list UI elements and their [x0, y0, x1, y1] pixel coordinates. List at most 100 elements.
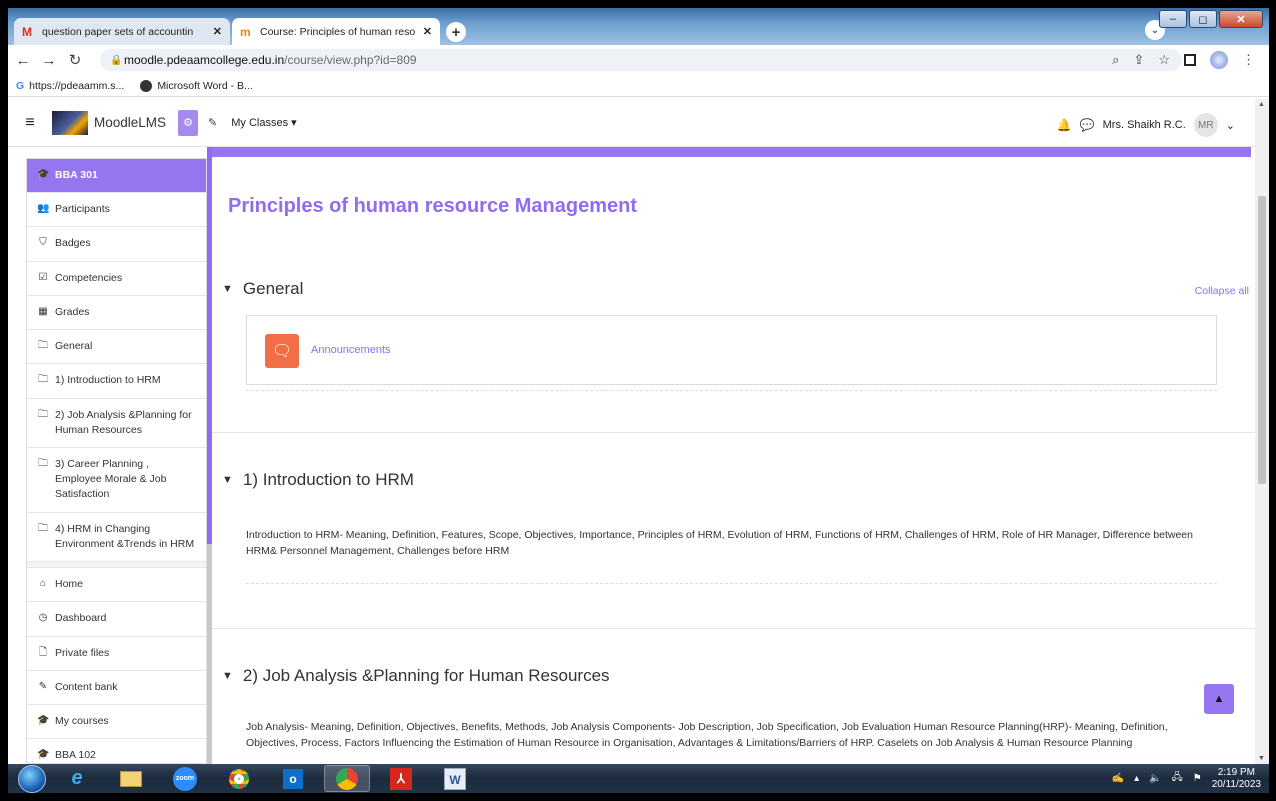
reload-icon[interactable]: ↻	[64, 51, 86, 69]
chrome-icon[interactable]	[216, 765, 262, 792]
checkbox-icon: ☑	[38, 271, 48, 283]
zoom-icon[interactable]: zoom	[162, 765, 208, 792]
notification-bell-icon[interactable]: 🔔	[1057, 118, 1072, 132]
internet-explorer-icon[interactable]: e	[54, 765, 100, 792]
tablet-input-icon[interactable]: ✍	[1112, 773, 1124, 784]
file-explorer-icon[interactable]	[108, 765, 154, 792]
scroll-up-icon[interactable]: ▲	[1258, 101, 1265, 108]
drawer-item[interactable]: ◷ Dashboard	[27, 602, 206, 637]
drawer-item[interactable]: 🎓 BBA 102	[27, 739, 206, 763]
zoom-label: zoom	[173, 766, 197, 791]
drawer-item[interactable]: 🗀 2) Job Analysis &Planning for Human Res…	[27, 399, 206, 448]
drawer-item[interactable]: 🗀 3) Career Planning , Employee Morale & …	[27, 448, 206, 513]
show-hidden-icons[interactable]: ▴	[1134, 773, 1139, 784]
bookmark-item[interactable]: G https://pdeaamm.s...	[16, 80, 124, 92]
drawer-item[interactable]: 🗀 General	[27, 330, 206, 365]
back-icon[interactable]: ←	[12, 52, 34, 69]
graduation-cap-icon: 🎓	[37, 169, 50, 180]
avatar[interactable]: MR	[1193, 113, 1218, 137]
hamburger-menu-icon[interactable]: ≡	[8, 114, 52, 132]
browser-window: M question paper sets of accountin ✕ m C…	[8, 8, 1269, 793]
drawer-item-label: Grades	[55, 305, 90, 318]
window-controls: – ◻ ✕	[1159, 10, 1263, 28]
scrollbar-thumb[interactable]	[1258, 196, 1266, 484]
tab-course[interactable]: m Course: Principles of human reso ✕	[232, 18, 440, 45]
bookmark-item[interactable]: Microsoft Word - B...	[140, 79, 253, 92]
announcements-link[interactable]: Announcements	[311, 344, 391, 356]
drawer-item[interactable]: 🎓 BBA 301	[27, 159, 206, 194]
drawer-item-label: 1) Introduction to HRM	[55, 374, 161, 387]
zoom-icon[interactable]: ⌕	[1112, 52, 1119, 68]
drawer-item[interactable]: ⌂ Home	[27, 568, 206, 603]
chevron-down-icon[interactable]: ▼	[222, 283, 233, 295]
tab-title: Course: Principles of human reso	[260, 25, 416, 38]
scroll-down-icon[interactable]: ▼	[1258, 755, 1265, 762]
back-to-top-button[interactable]: ▲	[1204, 684, 1234, 714]
side-panel-icon[interactable]	[1184, 54, 1196, 66]
volume-icon[interactable]: 🔈	[1149, 773, 1161, 784]
address-bar[interactable]: 🔒 moodle.pdeaamcollege.edu.in /course/vi…	[100, 49, 1182, 71]
graduation-cap-icon: 🎓	[37, 749, 50, 761]
maximize-button[interactable]: ◻	[1189, 10, 1217, 28]
share-icon[interactable]: ⇪	[1133, 52, 1144, 68]
edit-icon[interactable]: ✎	[208, 116, 217, 129]
close-window-button[interactable]: ✕	[1219, 10, 1263, 28]
drawer-item[interactable]: 👥 Participants	[27, 193, 206, 228]
folder-icon: 🗀	[38, 408, 48, 420]
folder-icon: 🗀	[38, 457, 48, 469]
site-brand[interactable]: MoodleLMS	[94, 115, 166, 130]
profile-avatar[interactable]	[1210, 51, 1228, 69]
drawer-item[interactable]: ☑ Competencies	[27, 262, 206, 296]
section-title: General	[242, 279, 304, 298]
bookmark-star-icon[interactable]: ☆	[1158, 52, 1170, 68]
tab-gmail[interactable]: M question paper sets of accountin ✕	[14, 18, 230, 45]
folder-icon: 🗀	[38, 522, 48, 534]
user-name[interactable]: Mrs. Shaikh R.C.	[1103, 119, 1186, 131]
drawer-item[interactable]: ⛉ Badges	[27, 227, 206, 262]
my-classes-menu[interactable]: My Classes ▾	[231, 116, 296, 129]
action-center-icon[interactable]: ⚑	[1193, 773, 1202, 784]
clock[interactable]: 2:19 PM 20/11/2023	[1212, 767, 1261, 791]
site-logo[interactable]	[52, 110, 88, 135]
drawer-item[interactable]: ▦ Grades	[27, 296, 206, 331]
section-toggle-job-analysis[interactable]: ▼ 2) Job Analysis &Planning for Human Re…	[222, 666, 610, 686]
new-tab-button[interactable]: +	[446, 22, 466, 42]
settings-gear-icon[interactable]: ⚙	[178, 109, 199, 136]
network-icon[interactable]: 🖧	[1172, 770, 1183, 787]
system-tray: ✍ ▴ 🔈 🖧 ⚑ 2:19 PM 20/11/2023	[1112, 764, 1261, 793]
windows-taskbar: e zoom o ⅄ W ✍ ▴ 🔈 🖧 ⚑ 2:19 PM 20/11/202…	[8, 764, 1269, 793]
chrome-profile-icon[interactable]	[324, 765, 370, 792]
menu-kebab-icon[interactable]: ⋮	[1242, 52, 1255, 68]
chevron-down-icon[interactable]: ⌄	[1226, 119, 1235, 132]
section-toggle-intro-hrm[interactable]: ▼ 1) Introduction to HRM	[222, 470, 414, 490]
forward-icon[interactable]: →	[38, 52, 60, 69]
outlook-icon[interactable]: o	[270, 765, 316, 792]
messages-icon[interactable]: 💬	[1080, 118, 1095, 132]
word-icon[interactable]: W	[432, 765, 478, 792]
section-toggle-general[interactable]: ▼ General	[222, 279, 303, 299]
clock-time: 2:19 PM	[1217, 766, 1255, 778]
acrobat-icon[interactable]: ⅄	[378, 765, 424, 792]
drawer-item-label: Home	[55, 578, 84, 591]
close-tab-icon[interactable]: ✕	[423, 25, 432, 38]
drawer-item[interactable]: 🗀 4) HRM in Changing Environment &Trends …	[27, 513, 206, 563]
section-title: 2) Job Analysis &Planning for Human Reso…	[242, 666, 610, 685]
brush-icon: ✎	[38, 680, 48, 692]
drawer-item[interactable]: 🗋 Private files	[27, 637, 206, 671]
drawer-item-label: 4) HRM in Changing Environment &Trends i…	[55, 522, 195, 550]
minimize-button[interactable]: –	[1159, 10, 1187, 28]
collapse-all-link[interactable]: Collapse all	[1195, 285, 1249, 297]
drawer-item-label: 2) Job Analysis &Planning for Human Reso…	[55, 408, 192, 436]
drawer-item[interactable]: 🗀 1) Introduction to HRM	[27, 364, 206, 399]
start-orb[interactable]	[18, 764, 46, 793]
drawer-item[interactable]: ✎ Content bank	[27, 671, 206, 705]
close-tab-icon[interactable]: ✕	[213, 25, 222, 38]
section-divider	[246, 390, 1217, 391]
chevron-down-icon[interactable]: ▼	[222, 474, 233, 486]
section-summary: Job Analysis- Meaning, Definition, Objec…	[246, 721, 1168, 750]
users-icon: 👥	[37, 203, 50, 215]
drawer-item[interactable]: 🎓 My courses	[27, 705, 206, 740]
url-domain: moodle.pdeaamcollege.edu.in	[124, 53, 285, 67]
page-scrollbar[interactable]: ▲ ▼	[1255, 99, 1269, 764]
chevron-down-icon[interactable]: ▼	[222, 670, 233, 682]
